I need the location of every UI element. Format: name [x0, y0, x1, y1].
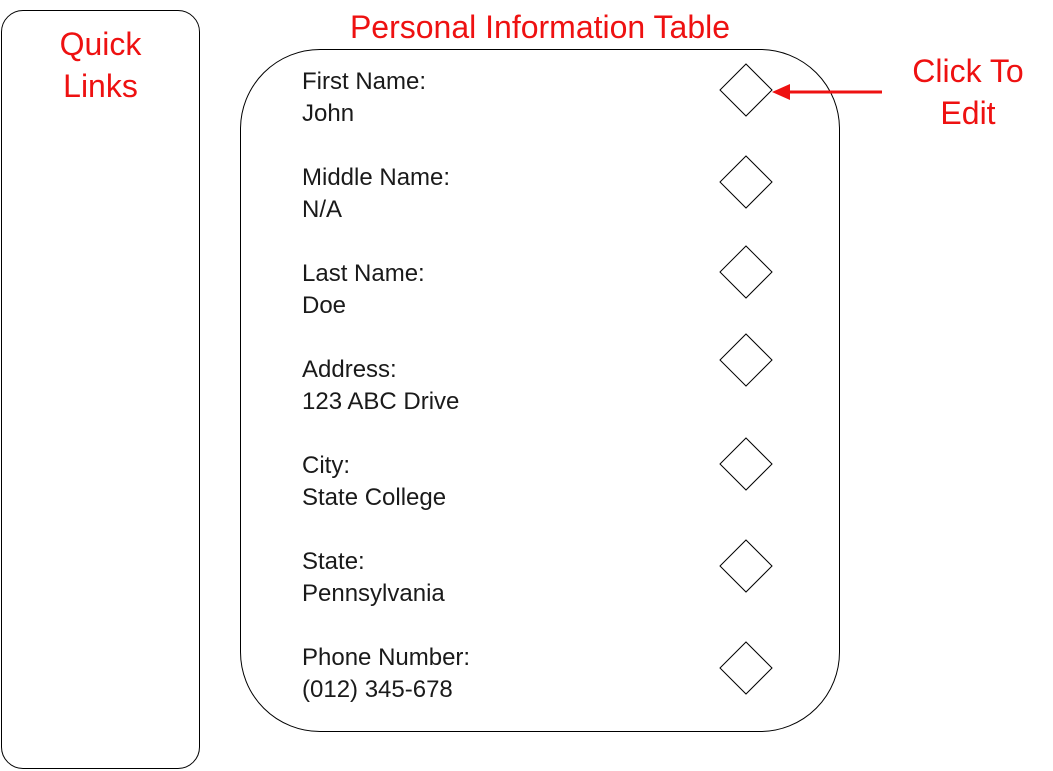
click-to-edit-callout: Click To Edit: [912, 53, 1024, 131]
field-value: 123 ABC Drive: [302, 388, 460, 415]
diamond-icon: [719, 333, 773, 387]
edit-button-phone-number[interactable]: [718, 640, 774, 696]
diamond-icon: [719, 245, 773, 299]
quick-links-title: Quick Links: [59, 26, 142, 104]
callout-arrow-icon: [772, 84, 882, 100]
edit-button-city[interactable]: [718, 436, 774, 492]
edit-button-state[interactable]: [718, 538, 774, 594]
field-row-last-name: Last Name: Doe: [302, 245, 822, 328]
field-row-city: City: State College: [302, 437, 822, 520]
edit-button-last-name[interactable]: [718, 244, 774, 300]
diamond-icon: [719, 63, 773, 117]
edit-button-address[interactable]: [718, 332, 774, 388]
quick-links-panel: Quick Links: [1, 10, 200, 769]
diamond-icon: [719, 155, 773, 209]
field-row-phone-number: Phone Number: (012) 345-678: [302, 640, 822, 712]
field-row-middle-name: Middle Name: N/A: [302, 155, 822, 232]
diamond-icon: [719, 641, 773, 695]
field-row-state: State: Pennsylvania: [302, 539, 822, 616]
field-row-first-name: First Name: John: [302, 63, 822, 136]
diamond-icon: [719, 437, 773, 491]
field-row-address: Address: 123 ABC Drive: [302, 333, 822, 424]
diamond-icon: [719, 539, 773, 593]
page-title: Personal Information Table: [349, 9, 731, 45]
edit-button-first-name[interactable]: [718, 62, 774, 118]
edit-button-middle-name[interactable]: [718, 154, 774, 210]
